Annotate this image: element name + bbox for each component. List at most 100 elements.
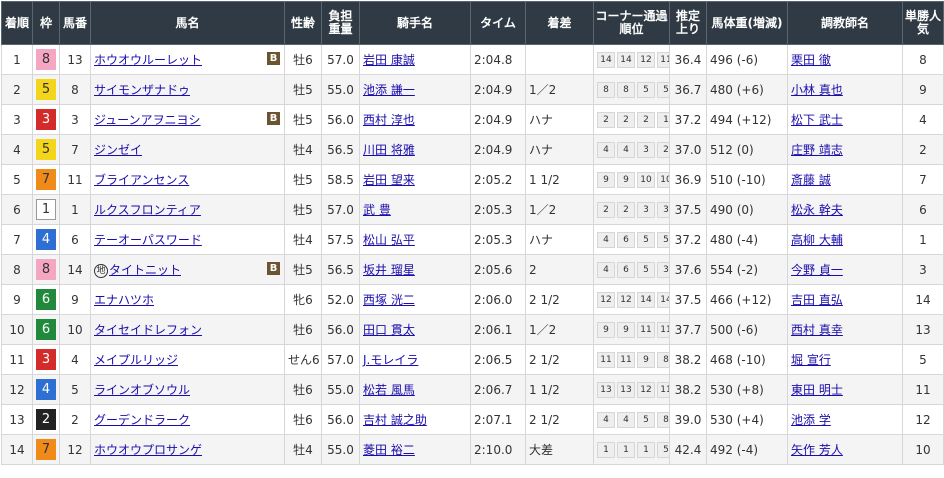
jockey-link[interactable]: 川田 将雅 — [363, 143, 415, 157]
corner-position-box: 2 — [617, 111, 635, 128]
jockey-link[interactable]: 菱田 裕二 — [363, 443, 415, 457]
corners-cell: 4655 — [593, 224, 670, 255]
corner-position-box: 4 — [597, 141, 615, 158]
horse-name-cell: タイセイドレフォン — [90, 314, 285, 345]
waku-badge: 8 — [36, 49, 56, 70]
local-horse-mark: 地 — [94, 264, 108, 278]
horse-name-link[interactable]: タイトニット — [109, 263, 181, 277]
horse-name-link[interactable]: ジンゼイ — [94, 143, 142, 157]
header-last3f: 推定上り — [669, 1, 707, 45]
jockey-link[interactable]: 松若 風馬 — [363, 383, 415, 397]
trainer-link[interactable]: 堀 宣行 — [791, 353, 831, 367]
horse-name-link[interactable]: タイセイドレフォン — [94, 323, 202, 337]
corner-positions: 2221 — [597, 111, 669, 128]
corner-position-box: 8 — [597, 81, 615, 98]
trainer-link[interactable]: 松下 武士 — [791, 113, 843, 127]
umaban-cell: 3 — [59, 104, 91, 135]
jockey-cell: 吉村 誠之助 — [359, 404, 471, 435]
jockey-link[interactable]: 坂井 瑠星 — [363, 263, 415, 277]
horse-name-link[interactable]: サイモンザナドゥ — [94, 83, 190, 97]
jockey-cell: 西塚 洸二 — [359, 284, 471, 315]
time-cell: 2:04.9 — [470, 134, 526, 165]
corners-cell: 2221 — [593, 104, 670, 135]
horse-name-link[interactable]: ジューンアヲニヨシ — [94, 113, 201, 127]
horse-name-link[interactable]: テーオーパスワード — [94, 233, 202, 247]
jockey-cell: 岩田 望来 — [359, 164, 471, 195]
horse-name-link[interactable]: ルクスフロンティア — [94, 203, 201, 217]
trainer-link[interactable]: 斎藤 誠 — [791, 173, 831, 187]
rank-cell: 14 — [1, 434, 33, 465]
jockey-link[interactable]: 岩田 望来 — [363, 173, 415, 187]
trainer-link[interactable]: 庄野 靖志 — [791, 143, 843, 157]
horse-name-link[interactable]: メイプルリッジ — [94, 353, 178, 367]
trainer-link[interactable]: 西村 真幸 — [791, 323, 843, 337]
trainer-link[interactable]: 今野 貞一 — [791, 263, 843, 277]
horse-name-link[interactable]: ホウオウルーレット — [94, 53, 202, 67]
table-row: 7 4 6 テーオーパスワード 牡4 57.5 松山 弘平 2:05.3 ハナ 4 6 5 5 37.2 4… — [1, 224, 944, 255]
corner-position-box: 2 — [657, 141, 669, 158]
trainer-link[interactable]: 松永 幹夫 — [791, 203, 843, 217]
rank-cell: 1 — [1, 44, 33, 75]
corner-position-box: 9 — [637, 351, 655, 368]
jockey-link[interactable]: J.モレイラ — [363, 353, 418, 367]
rank-cell: 12 — [1, 374, 33, 405]
header-corners: コーナー通過順位 — [593, 1, 670, 45]
weight-cell: 56.5 — [321, 134, 360, 165]
jockey-link[interactable]: 松山 弘平 — [363, 233, 415, 247]
rank-cell: 9 — [1, 284, 33, 315]
trainer-link[interactable]: 高柳 大輔 — [791, 233, 843, 247]
jockey-link[interactable]: 西村 淳也 — [363, 113, 415, 127]
header-horse: 馬名 — [90, 1, 285, 45]
corner-position-box: 5 — [657, 231, 669, 248]
horse-name-link[interactable]: エナハツホ — [94, 293, 154, 307]
table-row: 12 4 5 ラインオブソウル 牡6 55.0 松若 風馬 2:06.7 1 1/2 13 13 12… — [1, 374, 944, 405]
time-cell: 2:05.2 — [470, 164, 526, 195]
jockey-cell: 松山 弘平 — [359, 224, 471, 255]
trainer-link[interactable]: 矢作 芳人 — [791, 443, 843, 457]
horse-name-link[interactable]: グーデンドラーク — [94, 413, 190, 427]
jockey-link[interactable]: 吉村 誠之助 — [363, 413, 427, 427]
corner-position-box: 10 — [657, 171, 669, 188]
sexage-cell: 牡5 — [284, 254, 322, 285]
trainer-link[interactable]: 池添 学 — [791, 413, 831, 427]
jockey-link[interactable]: 武 豊 — [363, 203, 391, 217]
waku-cell: 3 — [32, 104, 60, 135]
jockey-link[interactable]: 池添 謙一 — [363, 83, 415, 97]
horse-name-link[interactable]: ラインオブソウル — [94, 383, 190, 397]
jockey-link[interactable]: 西塚 洸二 — [363, 293, 415, 307]
corner-position-box: 1 — [657, 111, 669, 128]
umaban-cell: 5 — [59, 374, 91, 405]
jockey-cell: 川田 将雅 — [359, 134, 471, 165]
umaban-cell: 12 — [59, 434, 91, 465]
table-row: 3 3 3 ジューンアヲニヨシ B 牡5 56.0 西村 淳也 2:04.9 ハナ 2 2 2 1 37.2… — [1, 104, 944, 135]
jockey-link[interactable]: 田口 貫太 — [363, 323, 415, 337]
corner-position-box: 8 — [657, 351, 669, 368]
trainer-link[interactable]: 東田 明士 — [791, 383, 843, 397]
horse-name-link[interactable]: ブライアンセンス — [94, 173, 189, 187]
jockey-cell: 武 豊 — [359, 194, 471, 225]
time-cell: 2:06.5 — [470, 344, 526, 375]
header-rank: 着順 — [1, 1, 33, 45]
umaban-cell: 9 — [59, 284, 91, 315]
corner-position-box: 3 — [637, 141, 655, 158]
rank-cell: 4 — [1, 134, 33, 165]
rank-cell: 8 — [1, 254, 33, 285]
last3f-cell: 42.4 — [669, 434, 707, 465]
trainer-link[interactable]: 栗田 徹 — [791, 53, 831, 67]
jockey-link[interactable]: 岩田 康誠 — [363, 53, 415, 67]
rank-cell: 3 — [1, 104, 33, 135]
weight-cell: 56.0 — [321, 404, 360, 435]
waku-badge: 7 — [36, 169, 56, 190]
jockey-cell: 岩田 康誠 — [359, 44, 471, 75]
horse-name-link[interactable]: ホウオウプロサンゲ — [94, 443, 202, 457]
corner-position-box: 3 — [637, 201, 655, 218]
table-row: 4 5 7 ジンゼイ 牡4 56.5 川田 将雅 2:04.9 ハナ 4 4 3 2 37.0 512 (0… — [1, 134, 944, 165]
trainer-link[interactable]: 吉田 直弘 — [791, 293, 843, 307]
umaban-cell: 8 — [59, 74, 91, 105]
trainer-link[interactable]: 小林 真也 — [791, 83, 843, 97]
waku-badge: 8 — [36, 259, 56, 280]
corner-position-box: 5 — [637, 81, 655, 98]
corner-position-box: 4 — [597, 411, 615, 428]
margin-cell: 1／2 — [525, 314, 594, 345]
margin-cell: ハナ — [525, 224, 594, 255]
